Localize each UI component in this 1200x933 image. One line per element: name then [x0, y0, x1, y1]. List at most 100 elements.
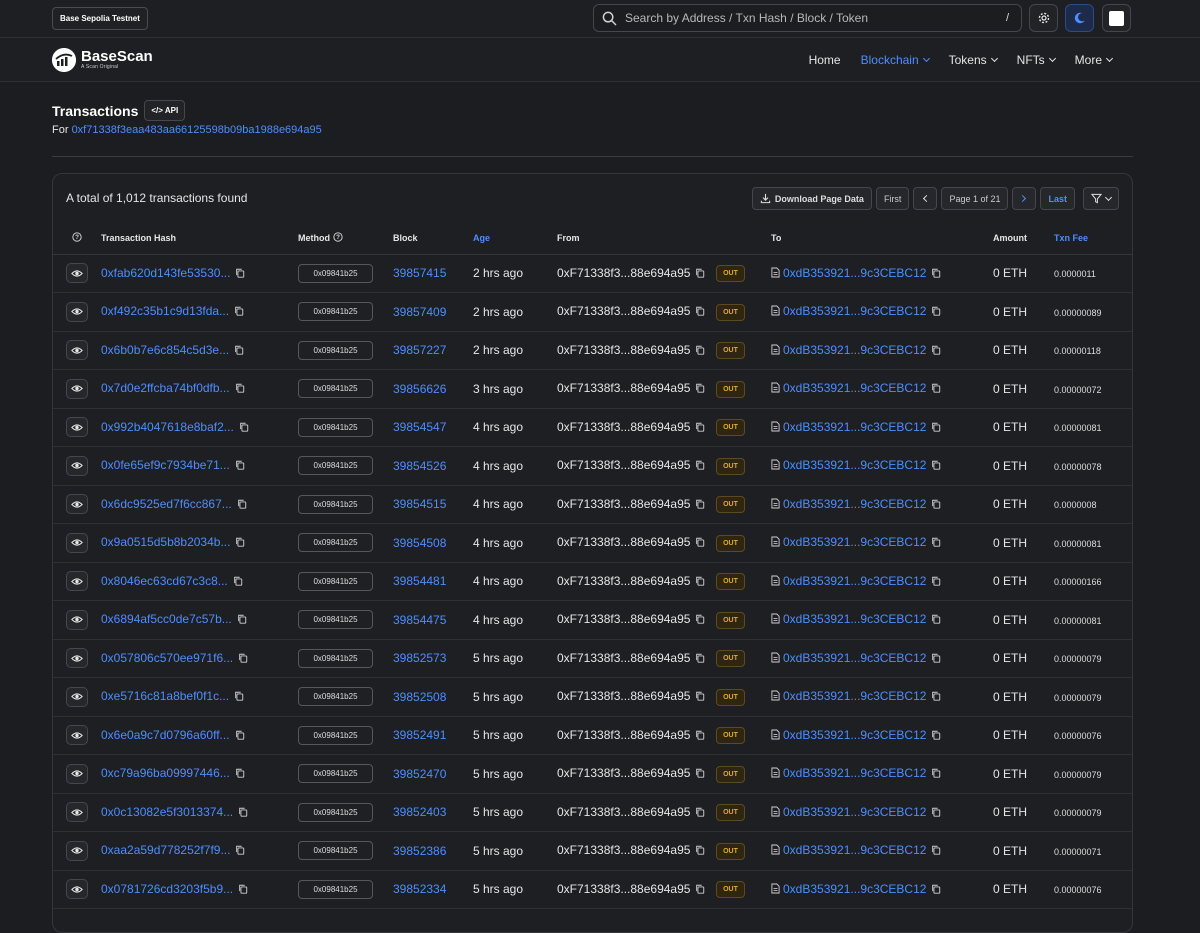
view-details-button[interactable] — [66, 263, 88, 284]
block-link[interactable]: 39854475 — [393, 613, 446, 627]
to-address-link[interactable]: 0xdB353921...9c3CEBC12 — [783, 728, 926, 742]
view-details-button[interactable] — [66, 494, 88, 515]
copy-icon[interactable] — [234, 344, 244, 358]
copy-icon[interactable] — [235, 729, 245, 743]
view-details-button[interactable] — [66, 340, 88, 361]
block-link[interactable]: 39854508 — [393, 536, 446, 550]
wallet-button[interactable] — [1102, 4, 1131, 32]
copy-icon[interactable] — [931, 690, 941, 704]
question-circle-icon[interactable]: ? — [332, 232, 343, 242]
copy-icon[interactable] — [931, 344, 941, 358]
from-address[interactable]: 0xF71338f3...88e694a95 — [557, 266, 690, 280]
col-txn-fee[interactable]: Txn Fee — [1054, 222, 1132, 255]
copy-icon[interactable] — [931, 575, 941, 589]
tx-hash-link[interactable]: 0x8046ec63cd67c3c8... — [101, 574, 228, 588]
from-address[interactable]: 0xF71338f3...88e694a95 — [557, 689, 690, 703]
to-address-link[interactable]: 0xdB353921...9c3CEBC12 — [783, 420, 926, 434]
to-address-link[interactable]: 0xdB353921...9c3CEBC12 — [783, 381, 926, 395]
from-address[interactable]: 0xF71338f3...88e694a95 — [557, 304, 690, 318]
col-age[interactable]: Age — [473, 222, 557, 255]
copy-icon[interactable] — [695, 267, 705, 281]
nav-blockchain[interactable]: Blockchain — [851, 53, 939, 67]
question-circle-icon[interactable]: ? — [72, 232, 82, 242]
block-link[interactable]: 39852573 — [393, 651, 446, 665]
search-input[interactable] — [625, 11, 1002, 25]
search-bar[interactable]: / — [593, 4, 1022, 32]
block-link[interactable]: 39852470 — [393, 767, 446, 781]
view-details-button[interactable] — [66, 455, 88, 476]
to-address-link[interactable]: 0xdB353921...9c3CEBC12 — [783, 882, 926, 896]
copy-icon[interactable] — [235, 767, 245, 781]
block-link[interactable]: 39852491 — [393, 728, 446, 742]
view-details-button[interactable] — [66, 648, 88, 669]
copy-icon[interactable] — [234, 305, 244, 319]
block-link[interactable]: 39857415 — [393, 266, 446, 280]
from-address[interactable]: 0xF71338f3...88e694a95 — [557, 882, 690, 896]
copy-icon[interactable] — [931, 767, 941, 781]
copy-icon[interactable] — [695, 575, 705, 589]
copy-icon[interactable] — [235, 844, 245, 858]
from-address[interactable]: 0xF71338f3...88e694a95 — [557, 843, 690, 857]
from-address[interactable]: 0xF71338f3...88e694a95 — [557, 381, 690, 395]
to-address-link[interactable]: 0xdB353921...9c3CEBC12 — [783, 458, 926, 472]
copy-icon[interactable] — [239, 421, 249, 435]
block-link[interactable]: 39854481 — [393, 574, 446, 588]
block-link[interactable]: 39854526 — [393, 459, 446, 473]
to-address-link[interactable]: 0xdB353921...9c3CEBC12 — [783, 612, 926, 626]
copy-icon[interactable] — [235, 267, 245, 281]
copy-icon[interactable] — [238, 883, 248, 897]
block-link[interactable]: 39852386 — [393, 844, 446, 858]
api-button[interactable]: </> API — [144, 100, 186, 121]
nav-home[interactable]: Home — [799, 53, 851, 67]
last-page-button[interactable]: Last — [1040, 187, 1075, 210]
from-address[interactable]: 0xF71338f3...88e694a95 — [557, 458, 690, 472]
tx-hash-link[interactable]: 0x7d0e2ffcba74bf0dfb... — [101, 381, 230, 395]
copy-icon[interactable] — [931, 613, 941, 627]
from-address[interactable]: 0xF71338f3...88e694a95 — [557, 651, 690, 665]
copy-icon[interactable] — [695, 729, 705, 743]
copy-icon[interactable] — [695, 806, 705, 820]
block-link[interactable]: 39852508 — [393, 690, 446, 704]
block-link[interactable]: 39857227 — [393, 343, 446, 357]
tx-hash-link[interactable]: 0xfab620d143fe53530... — [101, 266, 230, 280]
copy-icon[interactable] — [238, 806, 248, 820]
theme-toggle-button[interactable] — [1065, 4, 1094, 32]
tx-hash-link[interactable]: 0x6dc9525ed7f6cc867... — [101, 497, 232, 511]
copy-icon[interactable] — [695, 459, 705, 473]
view-details-button[interactable] — [66, 763, 88, 784]
view-details-button[interactable] — [66, 840, 88, 861]
block-link[interactable]: 39857409 — [393, 305, 446, 319]
copy-icon[interactable] — [931, 844, 941, 858]
copy-icon[interactable] — [235, 536, 245, 550]
copy-icon[interactable] — [695, 344, 705, 358]
block-link[interactable]: 39852403 — [393, 805, 446, 819]
from-address[interactable]: 0xF71338f3...88e694a95 — [557, 343, 690, 357]
to-address-link[interactable]: 0xdB353921...9c3CEBC12 — [783, 689, 926, 703]
tx-hash-link[interactable]: 0xf492c35b1c9d13fda... — [101, 304, 229, 318]
from-address[interactable]: 0xF71338f3...88e694a95 — [557, 535, 690, 549]
copy-icon[interactable] — [931, 652, 941, 666]
copy-icon[interactable] — [238, 652, 248, 666]
to-address-link[interactable]: 0xdB353921...9c3CEBC12 — [783, 535, 926, 549]
nav-more[interactable]: More — [1065, 53, 1122, 67]
copy-icon[interactable] — [695, 498, 705, 512]
address-link[interactable]: 0xf71338f3eaa483aa66125598b09ba1988e694a… — [72, 124, 322, 136]
to-address-link[interactable]: 0xdB353921...9c3CEBC12 — [783, 843, 926, 857]
copy-icon[interactable] — [695, 536, 705, 550]
copy-icon[interactable] — [931, 421, 941, 435]
copy-icon[interactable] — [237, 498, 247, 512]
to-address-link[interactable]: 0xdB353921...9c3CEBC12 — [783, 574, 926, 588]
copy-icon[interactable] — [695, 305, 705, 319]
network-badge[interactable]: Base Sepolia Testnet — [52, 7, 148, 30]
copy-icon[interactable] — [695, 883, 705, 897]
from-address[interactable]: 0xF71338f3...88e694a95 — [557, 420, 690, 434]
view-details-button[interactable] — [66, 686, 88, 707]
tx-hash-link[interactable]: 0x0c13082e5f3013374... — [101, 805, 233, 819]
copy-icon[interactable] — [931, 729, 941, 743]
view-details-button[interactable] — [66, 417, 88, 438]
prev-page-button[interactable] — [913, 187, 938, 210]
view-details-button[interactable] — [66, 532, 88, 553]
from-address[interactable]: 0xF71338f3...88e694a95 — [557, 766, 690, 780]
tx-hash-link[interactable]: 0x057806c570ee971f6... — [101, 651, 233, 665]
copy-icon[interactable] — [931, 459, 941, 473]
